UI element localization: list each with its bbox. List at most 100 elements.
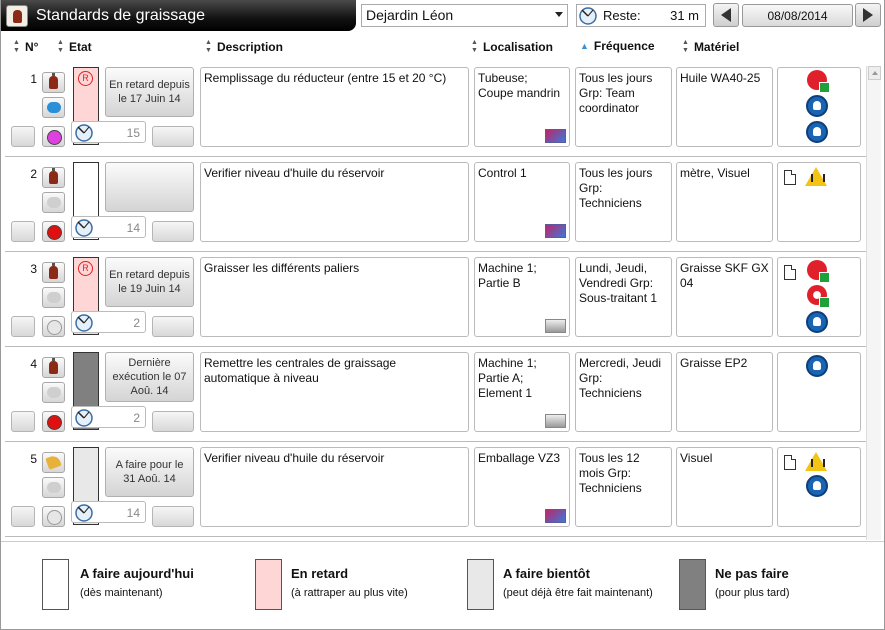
description-cell[interactable]: Verifier niveau d'huile du réservoir bbox=[200, 447, 469, 527]
location-cell[interactable]: Control 1 bbox=[474, 162, 570, 242]
location-cell[interactable]: Emballage VZ3 bbox=[474, 447, 570, 527]
material-cell[interactable]: Graisse SKF GX 04 bbox=[676, 257, 773, 337]
state-button[interactable]: A faire pour le 31 Aoû. 14 bbox=[105, 447, 194, 497]
row-number: 5 bbox=[30, 452, 37, 466]
comment-button[interactable] bbox=[42, 287, 65, 308]
sort-icon: ▲ ▼ bbox=[682, 39, 689, 54]
legend-title: A faire bientôt bbox=[503, 566, 590, 581]
column-header-materiel[interactable]: ▲ ▼ Matériel bbox=[682, 39, 739, 55]
location-map-icon[interactable] bbox=[545, 509, 566, 523]
material-cell[interactable]: Graisse EP2 bbox=[676, 352, 773, 432]
safety-icons-cell[interactable] bbox=[777, 162, 861, 242]
frequency-cell[interactable]: Tous les jours Grp: Team coordinator bbox=[575, 67, 672, 147]
gauge-icon bbox=[75, 124, 93, 142]
row-action-button[interactable] bbox=[11, 316, 35, 337]
row-action-button[interactable] bbox=[11, 221, 35, 242]
row-action-button[interactable] bbox=[11, 506, 35, 527]
column-header-description[interactable]: ▲ ▼ Description bbox=[205, 39, 283, 55]
description-cell[interactable]: Remettre les centrales de graissage auto… bbox=[200, 352, 469, 432]
glove-icon bbox=[806, 121, 828, 143]
user-select[interactable]: Dejardin Léon bbox=[361, 4, 568, 27]
row-number: 4 bbox=[30, 357, 37, 371]
frequency-cell[interactable]: Tous les jours Grp: Techniciens bbox=[575, 162, 672, 242]
registered-icon: R bbox=[78, 261, 93, 276]
material-cell[interactable]: Visuel bbox=[676, 447, 773, 527]
material-cell[interactable]: mètre, Visuel bbox=[676, 162, 773, 242]
execute-button[interactable] bbox=[152, 221, 194, 242]
next-day-button[interactable] bbox=[855, 3, 881, 27]
vertical-scrollbar[interactable] bbox=[866, 66, 881, 540]
counter-field: 2 bbox=[71, 406, 146, 428]
row-action-button[interactable] bbox=[11, 411, 35, 432]
page-title: Standards de graissage bbox=[36, 6, 205, 24]
priority-button[interactable] bbox=[42, 411, 65, 432]
lubricant-button[interactable] bbox=[42, 72, 65, 93]
location-cell[interactable]: Machine 1; Partie A; Element 1 bbox=[474, 352, 570, 432]
fire-hazard-icon bbox=[807, 260, 830, 283]
ear-protection-icon bbox=[806, 475, 828, 497]
row-number: 1 bbox=[30, 72, 37, 86]
safety-icons-cell[interactable] bbox=[777, 352, 861, 432]
safety-icons-cell[interactable] bbox=[777, 67, 861, 147]
remaining-time-display: Reste: 31 m bbox=[576, 4, 706, 27]
location-cell[interactable]: Tubeuse; Coupe mandrin bbox=[474, 67, 570, 147]
location-cell[interactable]: Machine 1; Partie B bbox=[474, 257, 570, 337]
lubricant-button[interactable] bbox=[42, 357, 65, 378]
state-button[interactable]: Dernière exécution le 07 Aoû. 14 bbox=[105, 352, 194, 402]
scroll-up-icon[interactable] bbox=[868, 66, 881, 80]
description-cell[interactable]: Graisser les différents paliers bbox=[200, 257, 469, 337]
comment-button[interactable] bbox=[42, 477, 65, 498]
frequency-cell[interactable]: Mercredi, Jeudi Grp: Techniciens bbox=[575, 352, 672, 432]
priority-button[interactable] bbox=[42, 506, 65, 527]
date-button[interactable]: 08/08/2014 bbox=[742, 4, 853, 27]
glove-icon bbox=[806, 355, 828, 377]
legend-swatch-late bbox=[255, 559, 282, 610]
material-cell[interactable]: Huile WA40-25 bbox=[676, 67, 773, 147]
lubricant-button[interactable] bbox=[42, 167, 65, 188]
location-text: Tubeuse; Coupe mandrin bbox=[478, 71, 561, 100]
row-action-button[interactable] bbox=[11, 126, 35, 147]
fire-hazard-icon bbox=[807, 70, 830, 93]
counter-field: 14 bbox=[71, 501, 146, 523]
legend-title: En retard bbox=[291, 566, 349, 581]
location-map-icon[interactable] bbox=[545, 414, 566, 428]
safety-icons-cell[interactable] bbox=[777, 257, 861, 337]
glove-icon bbox=[806, 311, 828, 333]
location-text: Machine 1; Partie A; Element 1 bbox=[478, 356, 537, 400]
column-header-etat[interactable]: ▲ ▼ Etat bbox=[57, 39, 92, 55]
description-cell[interactable]: Remplissage du réducteur (entre 15 et 20… bbox=[200, 67, 469, 147]
location-map-icon[interactable] bbox=[545, 319, 566, 333]
location-map-icon[interactable] bbox=[545, 129, 566, 143]
priority-dot-icon bbox=[47, 130, 62, 145]
previous-day-button[interactable] bbox=[713, 3, 739, 27]
state-button[interactable]: En retard depuis le 19 Juin 14 bbox=[105, 257, 194, 307]
state-button[interactable] bbox=[105, 162, 194, 212]
priority-dot-icon bbox=[47, 225, 62, 240]
frequency-cell[interactable]: Tous les 12 mois Grp: Techniciens bbox=[575, 447, 672, 527]
comment-button[interactable] bbox=[42, 192, 65, 213]
execute-button[interactable] bbox=[152, 411, 194, 432]
lubricant-button[interactable] bbox=[42, 452, 65, 473]
execute-button[interactable] bbox=[152, 316, 194, 337]
location-map-icon[interactable] bbox=[545, 224, 566, 238]
legend-swatch-soon bbox=[467, 559, 494, 610]
lubricant-button[interactable] bbox=[42, 262, 65, 283]
comment-button[interactable] bbox=[42, 382, 65, 403]
column-header-localisation[interactable]: ▲ ▼ Localisation bbox=[471, 39, 553, 55]
location-text: Emballage VZ3 bbox=[478, 451, 561, 465]
column-header-num[interactable]: ▲ ▼ N° bbox=[13, 39, 38, 55]
chevron-down-icon bbox=[555, 12, 563, 17]
comment-button[interactable] bbox=[42, 97, 65, 118]
state-button[interactable]: En retard depuis le 17 Juin 14 bbox=[105, 67, 194, 117]
safety-icons-cell[interactable] bbox=[777, 447, 861, 527]
priority-button[interactable] bbox=[42, 316, 65, 337]
counter-field: 14 bbox=[71, 216, 146, 238]
execute-button[interactable] bbox=[152, 126, 194, 147]
sort-ascending-icon: ▲ bbox=[580, 41, 589, 51]
frequency-cell[interactable]: Lundi, Jeudi, Vendredi Grp: Sous-traitan… bbox=[575, 257, 672, 337]
description-cell[interactable]: Verifier niveau d'huile du réservoir bbox=[200, 162, 469, 242]
priority-button[interactable] bbox=[42, 126, 65, 147]
column-header-frequence[interactable]: ▲ Fréquence bbox=[580, 39, 655, 53]
execute-button[interactable] bbox=[152, 506, 194, 527]
priority-button[interactable] bbox=[42, 221, 65, 242]
